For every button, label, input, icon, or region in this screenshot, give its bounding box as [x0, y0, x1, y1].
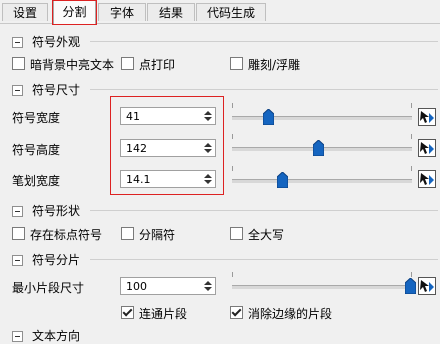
checkbox-label: 消除边缘的片段	[248, 307, 333, 321]
slider-tick	[232, 103, 233, 108]
section-title-shape: 符号形状	[32, 204, 81, 218]
slider-track[interactable]	[232, 285, 412, 289]
tab-label: 代码生成	[206, 6, 255, 20]
checkbox-label: 点打印	[139, 58, 176, 72]
pick-arrow-icon[interactable]	[418, 108, 436, 126]
slider-thumb[interactable]	[313, 140, 325, 156]
tab-results[interactable]: 结果	[147, 3, 195, 21]
section-title-size: 符号尺寸	[32, 83, 81, 97]
slider-track[interactable]	[232, 116, 412, 120]
row-label-stroke-width: 笔划宽度	[12, 174, 61, 188]
min-fragment-size-spinbox[interactable]: 100	[120, 277, 216, 295]
tab-label: 字体	[109, 6, 134, 20]
pick-arrow-icon[interactable]	[418, 277, 436, 295]
slider-thumb[interactable]	[277, 172, 289, 188]
slider-tick	[232, 166, 233, 171]
section-title-fragment: 符号分片	[32, 253, 81, 267]
collapse-toggle-appearance[interactable]	[12, 37, 23, 48]
size-inputs-highlight-box	[110, 96, 224, 195]
row-label-char-width: 符号宽度	[12, 111, 61, 125]
pick-arrow-icon[interactable]	[418, 170, 436, 188]
tab-label: 结果	[158, 6, 183, 20]
section-title-appearance: 符号外观	[32, 35, 81, 49]
checkbox-label: 连通片段	[139, 307, 188, 321]
checkbox-dark-background[interactable]	[12, 57, 25, 70]
checkbox-engrave-emboss[interactable]	[230, 57, 243, 70]
pick-arrow-icon[interactable]	[418, 139, 436, 157]
tab-label: 设置	[12, 6, 37, 20]
checkbox-punctuation[interactable]	[12, 227, 25, 240]
tab-highlight-box	[52, 0, 97, 25]
slider-tick	[411, 103, 412, 108]
checkbox-label: 全大写	[248, 228, 285, 242]
collapse-toggle-fragment[interactable]	[12, 255, 23, 266]
tab-code-generation[interactable]: 代码生成	[196, 3, 266, 21]
row-label-min-fragment-size: 最小片段尺寸	[12, 281, 85, 295]
slider-thumb[interactable]	[405, 278, 417, 294]
section-divider	[90, 259, 438, 260]
row-label-char-height: 符号高度	[12, 143, 61, 157]
slider-tick	[411, 272, 412, 277]
section-divider	[90, 89, 438, 90]
slider-tick	[232, 272, 233, 277]
checkbox-label: 分隔符	[139, 228, 176, 242]
checkbox-connected-fragments[interactable]	[121, 306, 134, 319]
section-divider	[90, 210, 438, 211]
collapse-toggle-shape[interactable]	[12, 206, 23, 217]
slider-track[interactable]	[232, 179, 412, 183]
slider-tick	[232, 134, 233, 139]
slider-tick	[411, 166, 412, 171]
checkbox-label: 雕刻/浮雕	[248, 58, 301, 72]
slider-thumb[interactable]	[263, 109, 274, 125]
checkbox-dot-print[interactable]	[121, 57, 134, 70]
checkbox-label: 存在标点符号	[30, 228, 103, 242]
slider-tick	[411, 134, 412, 139]
checkbox-uppercase[interactable]	[230, 227, 243, 240]
checkbox-remove-edge-fragments[interactable]	[230, 306, 243, 319]
checkbox-separator[interactable]	[121, 227, 134, 240]
tab-settings[interactable]: 设置	[2, 3, 48, 21]
spinbox-value: 100	[126, 280, 147, 293]
section-divider	[90, 41, 438, 42]
checkbox-label: 暗背景中亮文本	[30, 58, 115, 72]
tab-fonts[interactable]: 字体	[98, 3, 146, 21]
spin-arrows-icon[interactable]	[201, 279, 214, 293]
collapse-toggle-size[interactable]	[12, 85, 23, 96]
section-title-text-direction: 文本方向	[32, 329, 81, 343]
tab-bar: 设置 字体 结果 代码生成 分割	[0, 0, 440, 25]
collapse-toggle-text-direction[interactable]	[12, 331, 23, 342]
